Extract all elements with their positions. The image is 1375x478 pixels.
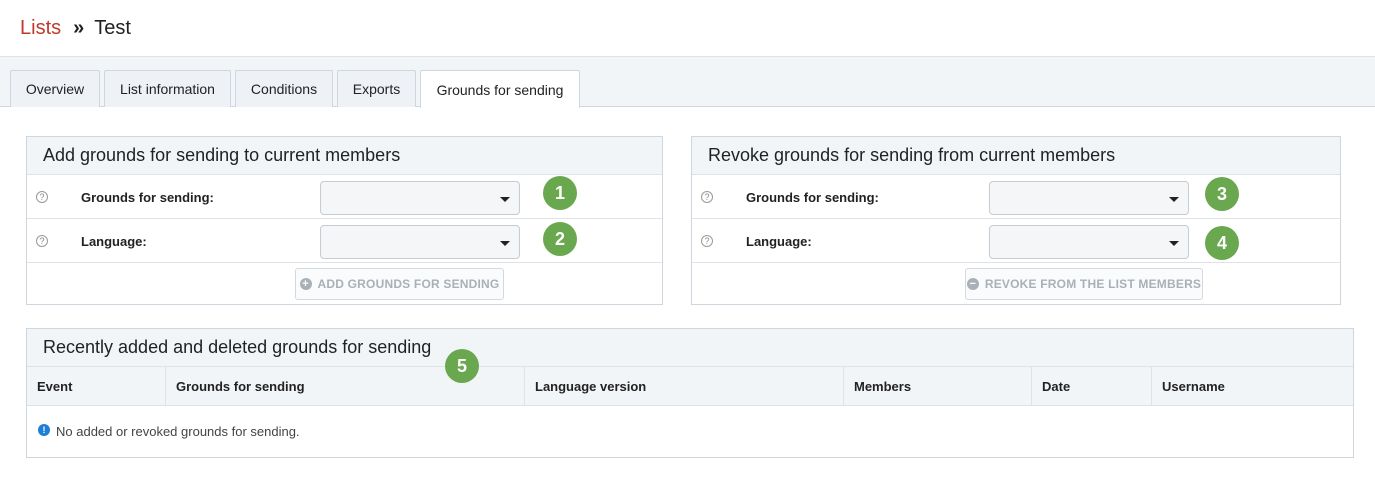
column-header-username: Username	[1162, 379, 1225, 394]
minus-circle-icon: −	[966, 278, 979, 290]
column-header-language: Language version	[525, 367, 844, 406]
breadcrumb-separator-icon: »	[73, 16, 85, 39]
revoke-action-row: − REVOKE FROM THE LIST MEMBERS	[692, 263, 1340, 305]
annotation-badge-2: 2	[543, 222, 577, 256]
annotation-badge-1: 1	[543, 176, 577, 210]
history-panel-title: Recently added and deleted grounds for s…	[27, 329, 1353, 367]
revoke-grounds-label: Grounds for sending:	[746, 190, 879, 205]
caret-down-icon	[1169, 241, 1179, 246]
history-panel: Recently added and deleted grounds for s…	[26, 328, 1354, 458]
add-grounds-label: Grounds for sending:	[81, 190, 214, 205]
tab-grounds-for-sending[interactable]: Grounds for sending	[420, 70, 580, 108]
add-grounds-button[interactable]: + ADD GROUNDS FOR SENDING	[295, 268, 504, 300]
revoke-grounds-panel: Revoke grounds for sending from current …	[691, 136, 1341, 305]
annotation-badge-3: 3	[1205, 177, 1239, 211]
revoke-button[interactable]: − REVOKE FROM THE LIST MEMBERS	[965, 268, 1203, 300]
tab-exports[interactable]: Exports	[337, 70, 416, 107]
revoke-button-label: REVOKE FROM THE LIST MEMBERS	[984, 277, 1202, 291]
help-icon[interactable]: ?	[36, 191, 48, 203]
add-panel-title: Add grounds for sending to current membe…	[27, 137, 662, 175]
revoke-grounds-select[interactable]	[989, 181, 1189, 215]
help-icon[interactable]: ?	[701, 235, 713, 247]
caret-down-icon	[500, 197, 510, 202]
caret-down-icon	[1169, 197, 1179, 202]
help-icon[interactable]: ?	[701, 191, 713, 203]
add-grounds-button-label: ADD GROUNDS FOR SENDING	[317, 277, 500, 291]
revoke-language-label: Language:	[746, 234, 812, 249]
column-header-members: Members	[844, 367, 1032, 406]
empty-state-message: No added or revoked grounds for sending.	[56, 424, 300, 439]
add-grounds-panel: Add grounds for sending to current membe…	[26, 136, 663, 305]
add-language-label: Language:	[81, 234, 147, 249]
add-action-row: + ADD GROUNDS FOR SENDING	[27, 263, 662, 305]
help-icon[interactable]: ?	[36, 235, 48, 247]
tab-conditions[interactable]: Conditions	[235, 70, 333, 107]
add-language-select[interactable]	[320, 225, 520, 259]
plus-circle-icon: +	[299, 278, 312, 290]
revoke-language-row: ? Language:	[692, 219, 1340, 263]
tab-bar: Overview List information Conditions Exp…	[0, 57, 1375, 108]
revoke-grounds-row: ? Grounds for sending:	[692, 175, 1340, 219]
column-header-date: Date	[1032, 367, 1152, 406]
table-header: Event Grounds for sending Language versi…	[27, 367, 1353, 406]
column-header-event: Event	[27, 367, 166, 406]
tab-overview[interactable]: Overview	[10, 70, 100, 107]
breadcrumb-current: Test	[94, 16, 131, 39]
breadcrumb: Lists » Test	[0, 0, 1375, 57]
info-icon: !	[38, 424, 50, 436]
tab-list-information[interactable]: List information	[104, 70, 231, 107]
annotation-badge-5: 5	[445, 349, 479, 383]
empty-state-row: ! No added or revoked grounds for sendin…	[27, 406, 1353, 457]
revoke-panel-title: Revoke grounds for sending from current …	[692, 137, 1340, 175]
caret-down-icon	[500, 241, 510, 246]
breadcrumb-lists-link[interactable]: Lists	[20, 17, 61, 40]
annotation-badge-4: 4	[1205, 226, 1239, 260]
add-grounds-select[interactable]	[320, 181, 520, 215]
revoke-language-select[interactable]	[989, 225, 1189, 259]
